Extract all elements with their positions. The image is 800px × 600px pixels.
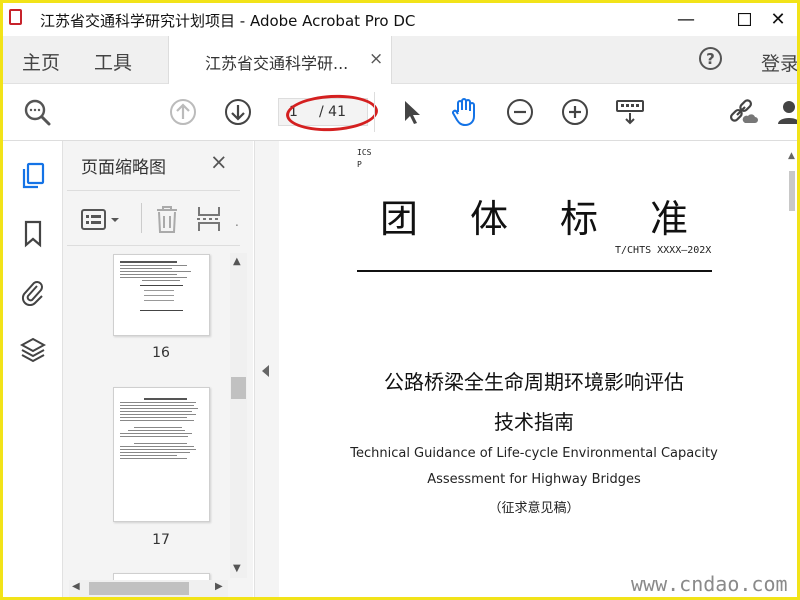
tab-document-label: 江苏省交通科学研... — [205, 54, 349, 73]
hand-tool-icon[interactable] — [449, 96, 481, 128]
doc-p-label: P — [357, 160, 362, 169]
panel-close-button[interactable]: × — [210, 150, 228, 174]
tab-tools[interactable]: 工具 — [94, 48, 132, 75]
zoom-in-icon[interactable] — [559, 96, 591, 128]
doc-heading-char: 体 — [470, 197, 509, 241]
thumbnail-page-number: 16 — [152, 345, 170, 361]
previous-page-button[interactable] — [167, 96, 199, 128]
scrollbar-thumb[interactable] — [789, 171, 795, 211]
attachments-icon[interactable] — [18, 277, 48, 307]
select-tool-icon[interactable] — [395, 96, 427, 128]
title-bar: 江苏省交通科学研究计划项目 - Adobe Acrobat Pro DC — ✕ — [3, 3, 797, 36]
close-tab-button[interactable]: × — [369, 49, 383, 69]
navigation-rail — [3, 141, 63, 597]
minimize-button[interactable]: — — [663, 3, 709, 36]
page-thumbnail-17[interactable] — [113, 387, 210, 522]
trash-icon — [157, 206, 177, 233]
scroll-up-arrow-icon[interactable]: ▲ — [788, 151, 795, 161]
close-window-button[interactable]: ✕ — [755, 3, 797, 36]
search-icon[interactable] — [21, 96, 53, 128]
thumbnail-options-button[interactable] — [80, 207, 122, 233]
share-link-icon[interactable] — [727, 96, 759, 128]
scrollbar-thumb[interactable] — [89, 582, 189, 595]
doc-english-title-line1: Technical Guidance of Life-cycle Environ… — [350, 446, 718, 461]
app-window: 江苏省交通科学研究计划项目 - Adobe Acrobat Pro DC — ✕… — [0, 0, 800, 600]
doc-heading-char: 准 — [650, 197, 689, 241]
doc-draft-note: （征求意见稿） — [488, 501, 580, 516]
scroll-up-arrow-icon[interactable]: ▲ — [233, 256, 241, 267]
layers-icon[interactable] — [18, 335, 48, 365]
next-page-button[interactable] — [222, 96, 254, 128]
thumbnail-vertical-scrollbar[interactable]: ▲ ▼ — [230, 253, 247, 578]
doc-heading-char: 团 — [380, 197, 419, 241]
help-icon[interactable]: ? — [699, 47, 722, 70]
maximize-icon — [737, 13, 751, 26]
bookmarks-icon[interactable] — [18, 219, 48, 249]
doc-heading-char: 标 — [560, 197, 599, 241]
doc-title-line2: 技术指南 — [494, 410, 574, 434]
panel-title: 页面缩略图 — [81, 158, 166, 178]
split-page-icon — [197, 207, 220, 231]
panel-divider — [67, 190, 240, 191]
document-view[interactable]: ICS P 团 体 标 准 T/CHTS XXXX—202X 公路桥梁全生命周期… — [279, 141, 797, 597]
doc-ics-label: ICS — [357, 148, 372, 157]
doc-standard-number: T/CHTS XXXX—202X — [615, 245, 712, 256]
panel-divider — [67, 245, 240, 246]
doc-english-title-line2: Assessment for Highway Bridges — [427, 472, 641, 487]
toolbar-divider — [374, 92, 375, 132]
thumbnail-page-number: 17 — [152, 532, 170, 548]
scrollbar-thumb[interactable] — [231, 377, 246, 399]
tab-bar: 主页 工具 江苏省交通科学研... × ? 登录 — [3, 36, 797, 84]
acrobat-logo-icon — [7, 9, 33, 31]
page-thumbnails-panel: 页面缩略图 × . 16 17 ▲ ▼ ◀ ▶ — [63, 141, 253, 597]
site-watermark: www.cndao.com — [631, 572, 788, 596]
scroll-left-arrow-icon[interactable]: ◀ — [72, 581, 80, 592]
delete-page-button[interactable] — [153, 203, 181, 235]
collapse-panel-arrow-icon[interactable] — [262, 365, 269, 377]
options-menu-icon — [81, 209, 119, 230]
panel-splitter[interactable] — [254, 141, 280, 597]
thumbnail-horizontal-scrollbar[interactable]: ◀ ▶ — [69, 580, 228, 597]
keyboard-fit-icon[interactable] — [614, 96, 646, 128]
extract-page-button[interactable] — [195, 203, 225, 235]
page-thumbnail-16[interactable] — [113, 254, 210, 336]
scroll-down-arrow-icon[interactable]: ▼ — [233, 563, 241, 574]
arrow-down-circle-icon — [225, 99, 251, 125]
page-thumbnails-icon[interactable] — [18, 161, 48, 191]
doc-horizontal-rule — [357, 270, 712, 272]
tab-document[interactable]: 江苏省交通科学研... × — [168, 36, 392, 84]
main-toolbar: 1 / 41 — [3, 84, 797, 141]
window-title: 江苏省交通科学研究计划项目 - Adobe Acrobat Pro DC — [40, 12, 416, 30]
login-button[interactable]: 登录 — [761, 49, 797, 76]
user-icon[interactable] — [773, 96, 797, 128]
scroll-right-arrow-icon[interactable]: ▶ — [215, 581, 223, 592]
doc-title-line1: 公路桥梁全生命周期环境影响评估 — [384, 370, 684, 394]
document-scrollbar[interactable]: ▲ — [787, 151, 797, 271]
tab-home[interactable]: 主页 — [22, 48, 60, 75]
panel-toolbar: . — [63, 195, 253, 245]
arrow-up-circle-icon — [170, 99, 196, 125]
zoom-out-icon[interactable] — [504, 96, 536, 128]
